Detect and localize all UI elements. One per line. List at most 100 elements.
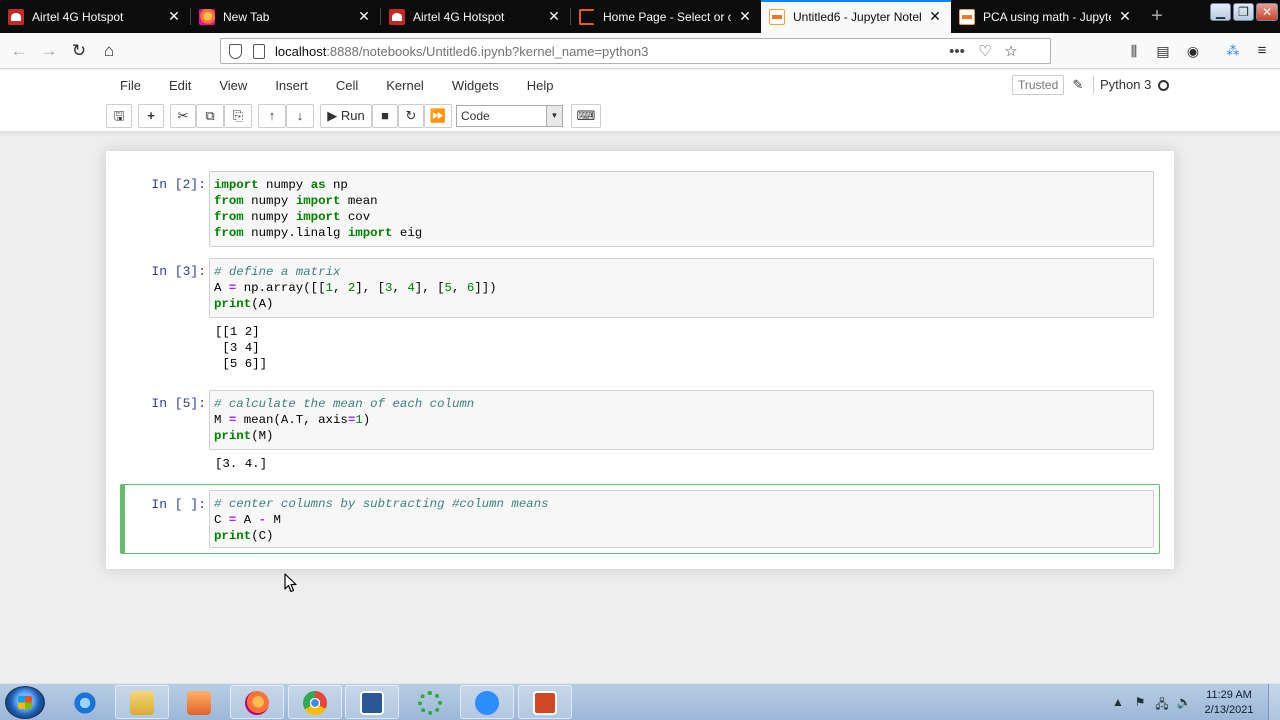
action-center-flag-icon[interactable]: ⚑ <box>1132 695 1148 709</box>
firefox-icon <box>199 8 215 25</box>
taskbar-app[interactable] <box>230 685 284 719</box>
taskbar-app[interactable] <box>518 685 572 719</box>
menu-help[interactable]: Help <box>513 78 568 93</box>
code-cell[interactable]: In [3]: # define a matrix A = np.array([… <box>120 258 1160 374</box>
kernel-name: Python 3 <box>1100 77 1152 92</box>
browser-tab-1[interactable]: Airtel 4G Hotspot ✕ <box>0 0 190 33</box>
browser-tab-strip: Airtel 4G Hotspot ✕ New Tab ✕ Airtel 4G … <box>0 0 1280 33</box>
url-text[interactable]: localhost:8888/notebooks/Untitled6.ipynb… <box>275 44 648 59</box>
trusted-badge[interactable]: Trusted <box>1012 75 1065 95</box>
close-window-button[interactable]: ✕ <box>1256 3 1278 21</box>
taskbar-app[interactable] <box>345 685 399 719</box>
insert-cell-below-button[interactable]: + <box>138 104 164 128</box>
menu-cell[interactable]: Cell <box>322 78 372 93</box>
code-input[interactable]: # calculate the mean of each column M = … <box>209 390 1154 450</box>
restart-run-all-button[interactable]: ⏩ <box>424 104 452 128</box>
copy-cells-button[interactable]: ⧉ <box>196 104 224 128</box>
new-tab-button[interactable]: + <box>1144 4 1170 30</box>
browser-tab-title: Airtel 4G Hotspot <box>32 9 124 24</box>
interrupt-kernel-button[interactable]: ■ <box>372 104 398 128</box>
loading-icon <box>579 8 595 25</box>
close-tab-icon[interactable]: ✕ <box>737 8 753 25</box>
chevron-down-icon: ▼ <box>546 106 562 126</box>
library-icon[interactable]: ⫼ <box>1123 40 1145 62</box>
menu-view[interactable]: View <box>205 78 261 93</box>
browser-tab-5-active[interactable]: Untitled6 - Jupyter Notebo ✕ <box>761 0 951 33</box>
menu-edit[interactable]: Edit <box>155 78 205 93</box>
forward-arrow-icon[interactable]: → <box>38 40 60 62</box>
edit-pencil-icon[interactable]: ✎ <box>1070 77 1086 93</box>
code-input[interactable]: import numpy as np from numpy import mea… <box>209 171 1154 247</box>
command-palette-button[interactable]: ⌨ <box>571 104 601 128</box>
page-info-icon[interactable] <box>253 44 265 59</box>
internet-explorer-icon <box>73 691 97 715</box>
paste-cells-button[interactable]: ⎘ <box>224 104 252 128</box>
close-tab-icon[interactable]: ✕ <box>356 8 372 25</box>
hamburger-menu-icon[interactable]: ≡ <box>1251 40 1273 62</box>
browser-tab-2[interactable]: New Tab ✕ <box>191 0 380 33</box>
browser-tab-title: Airtel 4G Hotspot <box>413 9 505 24</box>
browser-tab-4[interactable]: Home Page - Select or crea ✕ <box>571 0 761 33</box>
taskbar-app[interactable] <box>115 685 169 719</box>
file-explorer-icon <box>130 691 154 715</box>
jupyter-icon <box>959 8 975 25</box>
code-cell[interactable]: In [2]: import numpy as np from numpy im… <box>120 171 1160 247</box>
browser-tab-3[interactable]: Airtel 4G Hotspot ✕ <box>381 0 570 33</box>
restart-kernel-button[interactable]: ↻ <box>398 104 424 128</box>
close-tab-icon[interactable]: ✕ <box>166 8 182 25</box>
code-input[interactable]: # define a matrix A = np.array([[1, 2], … <box>209 258 1154 318</box>
back-arrow-icon[interactable]: ← <box>8 40 30 62</box>
start-button[interactable] <box>5 686 45 719</box>
close-tab-icon[interactable]: ✕ <box>546 8 562 25</box>
system-clock[interactable]: 11:29 AM 2/13/2021 <box>1198 688 1260 718</box>
extension-icon[interactable]: ⁂ <box>1222 40 1244 62</box>
code-input[interactable]: # center columns by subtracting #column … <box>209 490 1154 548</box>
menu-insert[interactable]: Insert <box>261 78 322 93</box>
minimize-window-button[interactable]: ▁ <box>1210 3 1231 21</box>
bookmark-star-icon[interactable]: ☆ <box>1001 42 1021 62</box>
home-icon[interactable]: ⌂ <box>98 40 120 62</box>
move-cell-up-button[interactable]: ↑ <box>258 104 286 128</box>
taskbar-app[interactable] <box>172 685 226 719</box>
account-icon[interactable]: ◉ <box>1182 40 1204 62</box>
pocket-icon[interactable]: ♡ <box>975 42 995 62</box>
page-actions-icon[interactable]: ••• <box>947 42 967 62</box>
taskbar-app[interactable] <box>460 685 514 719</box>
save-button[interactable]: 🖫 <box>106 104 132 128</box>
code-cell[interactable]: In [5]: # calculate the mean of each col… <box>120 390 1160 472</box>
reload-icon[interactable]: ↻ <box>68 40 90 62</box>
address-bar[interactable]: localhost:8888/notebooks/Untitled6.ipynb… <box>220 38 1051 64</box>
tracking-shield-icon[interactable] <box>229 44 242 59</box>
menu-kernel[interactable]: Kernel <box>372 78 438 93</box>
browser-tab-title: PCA using math - Jupyter N <box>983 9 1111 24</box>
cut-cells-button[interactable]: ✂ <box>170 104 196 128</box>
browser-tab-6[interactable]: PCA using math - Jupyter N ✕ <box>951 0 1141 33</box>
maximize-window-button[interactable]: ❐ <box>1233 3 1254 21</box>
zoom-icon <box>475 691 499 715</box>
taskbar-app[interactable] <box>288 685 342 719</box>
browser-tab-title: Untitled6 - Jupyter Notebo <box>793 9 921 24</box>
taskbar-app[interactable] <box>58 685 112 719</box>
selected-code-cell[interactable]: In [ ]: # center columns by subtracting … <box>120 484 1160 554</box>
clock-time: 11:29 AM <box>1206 689 1252 701</box>
close-tab-icon[interactable]: ✕ <box>927 8 943 25</box>
play-icon: ▶ <box>327 108 341 123</box>
menu-widgets[interactable]: Widgets <box>438 78 513 93</box>
menu-file[interactable]: File <box>106 78 155 93</box>
show-hidden-icons-icon[interactable]: ▲ <box>1110 695 1126 709</box>
show-desktop-button[interactable] <box>1268 684 1280 720</box>
jupyter-menubar: File Edit View Insert Cell Kernel Widget… <box>106 70 568 100</box>
taskbar-app[interactable] <box>403 685 457 719</box>
network-icon[interactable]: 🖧 <box>1154 695 1170 711</box>
cell-type-select[interactable]: Code ▼ <box>456 105 563 127</box>
powerpoint-icon <box>533 691 557 715</box>
sidebar-icon[interactable]: ▤ <box>1152 40 1174 62</box>
mouse-cursor-icon <box>284 573 297 593</box>
move-cell-down-button[interactable]: ↓ <box>286 104 314 128</box>
input-prompt: In [3]: <box>151 264 206 279</box>
run-cell-button[interactable]: ▶ Run <box>320 104 372 128</box>
volume-icon[interactable]: 🔈 <box>1176 695 1192 709</box>
browser-tab-title: Home Page - Select or crea <box>603 9 731 24</box>
input-prompt: In [2]: <box>151 177 206 192</box>
close-tab-icon[interactable]: ✕ <box>1117 8 1133 25</box>
